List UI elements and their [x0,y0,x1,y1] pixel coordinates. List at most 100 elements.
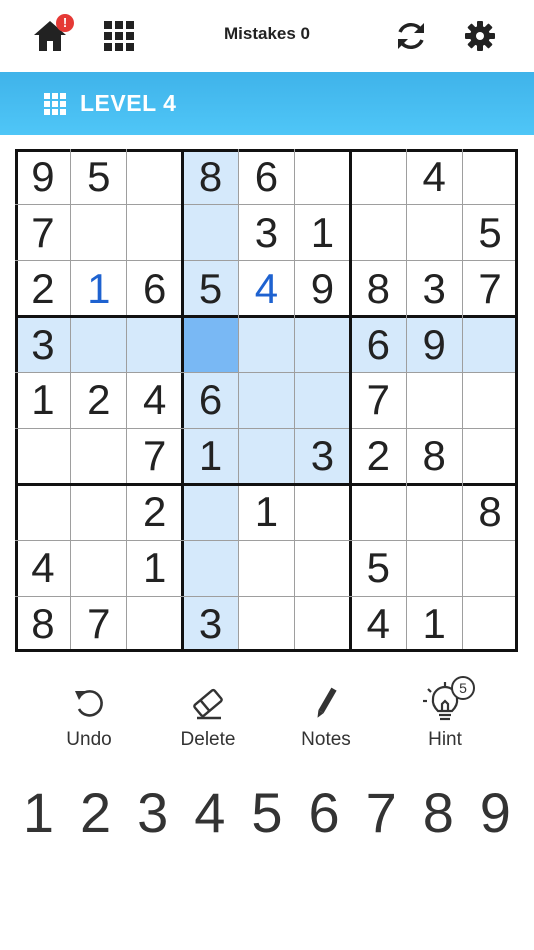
board-cell[interactable] [406,540,462,596]
board-cell[interactable] [238,316,295,373]
board-cell[interactable] [406,484,462,540]
board-cell[interactable] [182,484,239,541]
numpad-key-7[interactable]: 7 [353,780,410,845]
board-cell[interactable]: 9 [294,261,350,317]
numpad-key-1[interactable]: 1 [10,780,67,845]
board-cell[interactable]: 9 [15,149,71,205]
board-cell[interactable]: 3 [239,205,295,261]
board-cell[interactable] [294,484,350,540]
board-cell[interactable] [350,205,406,261]
delete-button[interactable]: Delete [158,680,258,751]
board-cell[interactable]: 6 [239,149,295,205]
board-cell[interactable]: 4 [127,373,183,429]
board-cell[interactable]: 2 [127,484,183,540]
board-cell[interactable] [70,316,127,373]
board-cell[interactable] [462,596,518,652]
numpad-key-9[interactable]: 9 [467,780,524,845]
board-cell[interactable]: 3 [182,596,239,652]
board-cell[interactable] [350,149,406,205]
grid-line-vertical [405,149,407,652]
board-cell[interactable]: 1 [239,484,295,540]
board-cell[interactable]: 4 [239,261,295,317]
board-cell[interactable]: 7 [462,261,518,317]
board-cell[interactable]: 8 [182,149,239,205]
numpad-key-4[interactable]: 4 [181,780,238,845]
board-cell[interactable] [462,428,518,484]
board-cell[interactable] [350,484,406,540]
board-cell[interactable] [127,596,183,652]
board-cell[interactable] [294,540,350,596]
undo-button[interactable]: Undo [39,680,139,751]
board-cell[interactable]: 3 [15,316,71,373]
board-cell[interactable] [462,373,518,429]
board-cell[interactable] [126,316,183,373]
board-cell[interactable] [462,540,518,596]
board-cell[interactable]: 5 [462,205,518,261]
home-button[interactable]: ! [28,14,74,58]
board-cell[interactable] [462,316,518,373]
board-cell[interactable]: 1 [294,205,350,261]
board-cell[interactable]: 8 [462,484,518,540]
board-cell[interactable] [294,316,351,373]
board-cell[interactable] [182,540,239,597]
board-cell[interactable] [71,428,127,484]
board-cell[interactable] [71,205,127,261]
numpad-key-8[interactable]: 8 [410,780,467,845]
board-cell[interactable] [238,372,295,429]
board-cell[interactable]: 8 [406,428,462,484]
numpad-key-2[interactable]: 2 [67,780,124,845]
board-cell[interactable] [238,428,295,485]
board-cell[interactable] [182,316,239,373]
board-cell[interactable]: 6 [182,372,239,429]
board-cell[interactable]: 7 [71,596,127,652]
notes-button[interactable]: Notes [276,680,376,751]
board-cell[interactable]: 5 [71,149,127,205]
board-cell[interactable]: 3 [406,261,462,317]
board-cell[interactable]: 2 [15,261,71,317]
board-cell[interactable]: 6 [127,261,183,317]
board-cell[interactable]: 1 [182,428,239,485]
board-cell[interactable]: 4 [350,596,406,652]
board-cell[interactable] [294,596,350,652]
board-cell[interactable]: 5 [182,260,239,317]
numpad-key-6[interactable]: 6 [296,780,353,845]
grid-line-vertical [293,149,295,652]
numpad-key-5[interactable]: 5 [238,780,295,845]
settings-button[interactable] [458,14,502,58]
board-cell[interactable] [127,205,183,261]
board-cell[interactable] [71,484,127,540]
board-cell[interactable]: 6 [350,316,407,373]
board-cell[interactable] [182,204,239,261]
board-cell[interactable] [406,205,462,261]
restart-button[interactable] [389,14,433,58]
board-cell[interactable]: 7 [127,428,183,484]
board-cell[interactable]: 7 [350,373,406,429]
board-cell[interactable]: 8 [15,596,71,652]
board-cell[interactable]: 7 [15,205,71,261]
board-cell[interactable] [294,149,350,205]
board-cell[interactable] [239,540,295,596]
board-cell[interactable]: 8 [350,261,406,317]
board-cell[interactable] [239,596,295,652]
board-cell[interactable]: 4 [406,149,462,205]
board-cell[interactable] [294,372,351,429]
numpad-key-3[interactable]: 3 [124,780,181,845]
board-cell[interactable] [15,484,71,540]
board-cell[interactable]: 9 [406,316,463,373]
board-cell[interactable] [462,149,518,205]
board-cell[interactable] [15,428,71,484]
board-cell[interactable]: 5 [350,540,406,596]
board-cell[interactable]: 2 [350,428,406,484]
board-cell[interactable] [71,540,127,596]
board-cell[interactable] [127,149,183,205]
board-cell[interactable]: 1 [71,261,127,317]
board-cell[interactable]: 1 [406,596,462,652]
menu-grid-button[interactable] [97,14,141,58]
board-cell[interactable]: 2 [71,373,127,429]
board-cell[interactable] [406,373,462,429]
board-cell[interactable]: 1 [15,373,71,429]
board-cell[interactable]: 4 [15,540,71,596]
board-cell[interactable]: 3 [294,428,351,485]
board-cell[interactable]: 1 [127,540,183,596]
hint-button[interactable]: 5 Hint [395,676,495,751]
